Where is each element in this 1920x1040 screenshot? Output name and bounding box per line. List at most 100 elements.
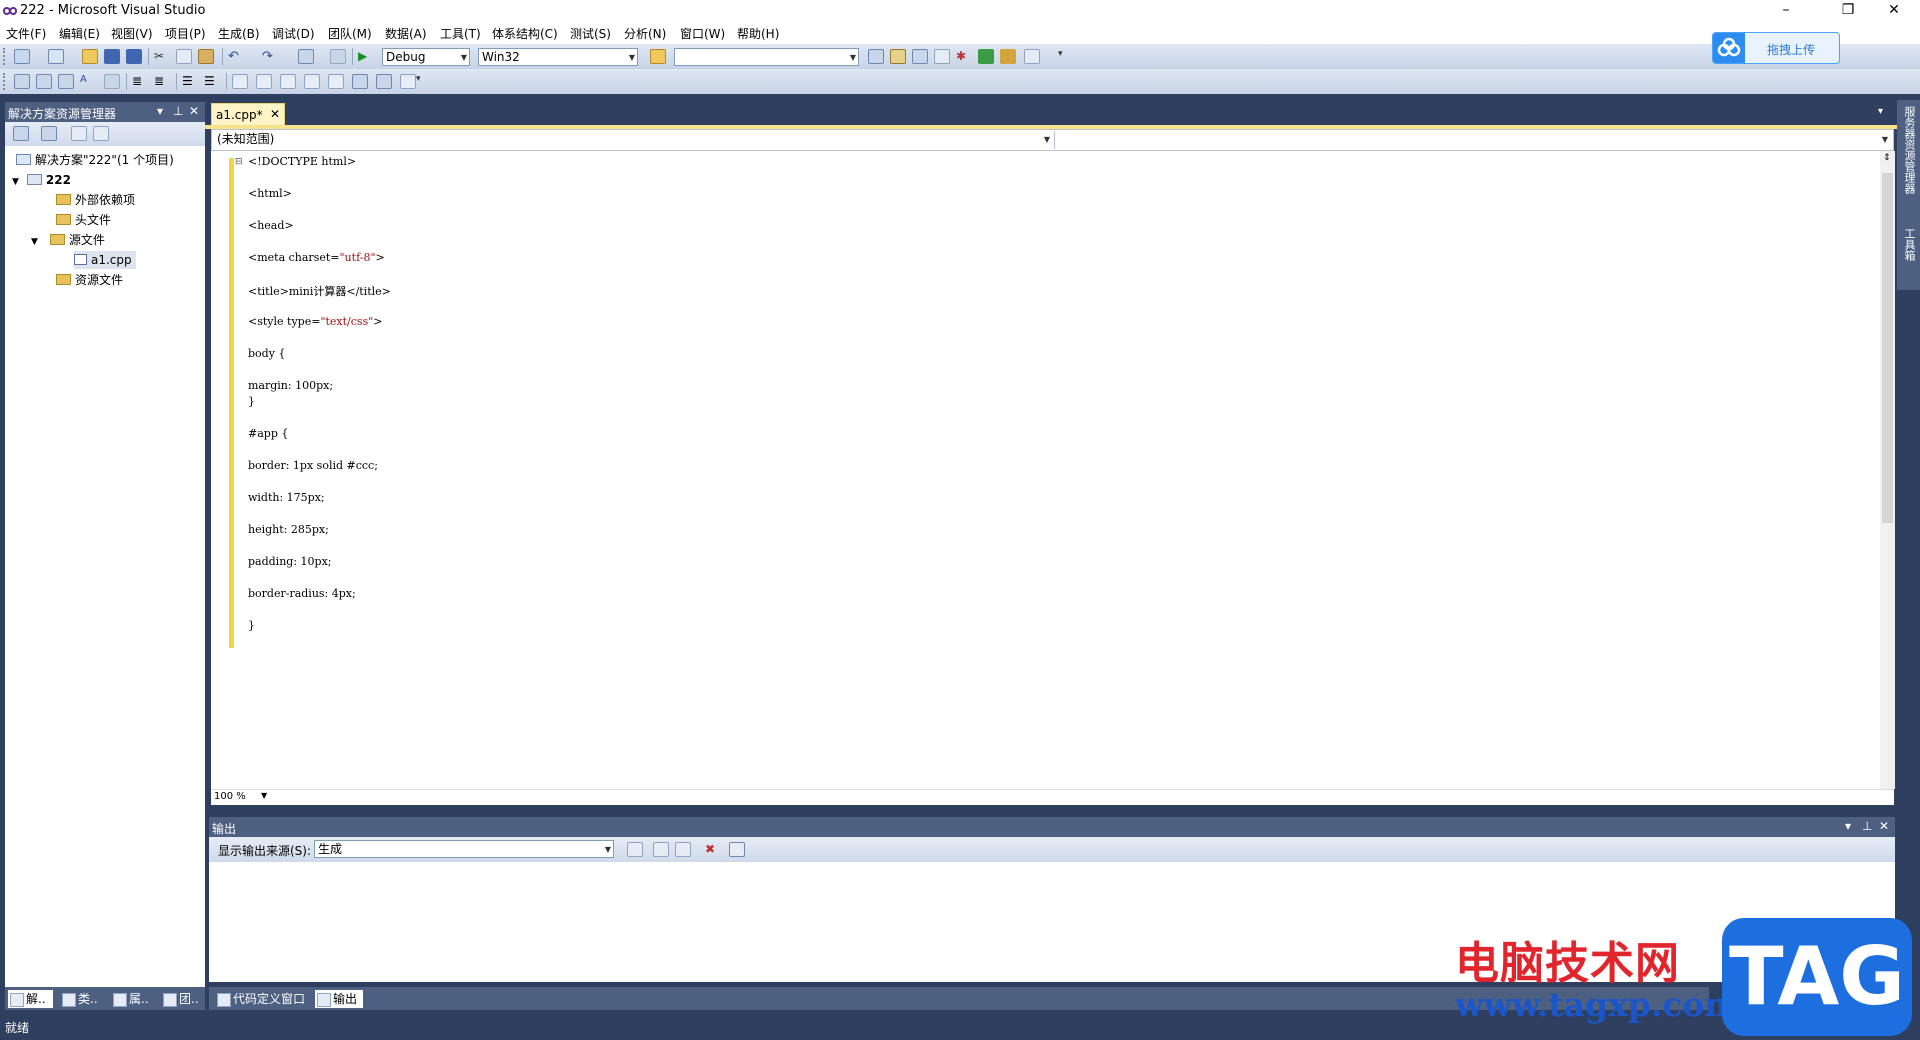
open-file-icon[interactable]: [82, 49, 98, 64]
add-item-icon[interactable]: [48, 49, 64, 64]
previous-bookmark-in-folder-icon[interactable]: [304, 74, 320, 89]
toolbar-options-icon[interactable]: ▾: [416, 74, 432, 89]
server-explorer-tab[interactable]: 服务器资源管理器: [1901, 106, 1917, 194]
restore-button[interactable]: ❐: [1826, 0, 1870, 22]
menu-item-0[interactable]: 文件(F): [6, 25, 46, 42]
menu-item-4[interactable]: 生成(B): [218, 25, 260, 42]
toggle-word-wrap-icon[interactable]: [729, 842, 745, 857]
tree-item-source-files[interactable]: ▼ 源文件: [31, 231, 105, 249]
toolbar-options-icon[interactable]: ▾: [1058, 49, 1074, 64]
new-project-icon[interactable]: [14, 49, 30, 64]
collapse-arrow-icon[interactable]: ▼: [31, 237, 38, 247]
close-tab-icon[interactable]: ✕: [270, 107, 280, 121]
extension-manager-icon[interactable]: [1000, 49, 1016, 64]
navigate-forward-icon[interactable]: [330, 49, 346, 64]
start-page-icon[interactable]: [978, 49, 994, 64]
code-editor[interactable]: [211, 151, 1881, 789]
complete-word-icon[interactable]: A: [80, 74, 96, 89]
tab-a1-cpp[interactable]: a1.cpp* ✕: [211, 103, 285, 125]
menu-item-5[interactable]: 调试(D): [272, 25, 315, 42]
comment-lines-icon[interactable]: ☰: [182, 74, 198, 89]
menu-item-11[interactable]: 分析(N): [624, 25, 666, 42]
menu-item-12[interactable]: 窗口(W): [680, 25, 725, 42]
properties-icon[interactable]: [13, 126, 29, 141]
tools-icon[interactable]: ✱: [956, 49, 972, 64]
pin-icon[interactable]: ⊥: [1862, 819, 1872, 833]
view-class-diagram-icon[interactable]: [93, 126, 109, 141]
menu-item-1[interactable]: 编辑(E): [59, 25, 100, 42]
show-all-files-icon[interactable]: [41, 126, 57, 141]
tab-solution-explorer[interactable]: 解..: [8, 990, 53, 1008]
tab-team-explorer[interactable]: 团..: [161, 990, 199, 1008]
save-icon[interactable]: [104, 49, 120, 64]
collapse-region-icon[interactable]: ⊟: [235, 157, 243, 167]
tree-item-header-files[interactable]: 头文件: [56, 211, 111, 229]
navigate-backward-icon[interactable]: [298, 49, 314, 64]
chevron-down-icon[interactable]: ▼: [261, 791, 267, 800]
paste-icon[interactable]: [198, 49, 214, 64]
window-position-icon[interactable]: ▾: [157, 104, 163, 118]
previous-message-icon[interactable]: [653, 842, 669, 857]
properties-icon[interactable]: [890, 49, 906, 64]
uncomment-lines-icon[interactable]: ☰: [204, 74, 220, 89]
decrease-indent-icon[interactable]: [104, 74, 120, 89]
editor-vertical-scrollbar[interactable]: ⇕: [1880, 151, 1895, 789]
zoom-level[interactable]: 100 %: [214, 791, 246, 802]
splitter-icon[interactable]: ⇕: [1883, 153, 1891, 163]
menu-item-3[interactable]: 项目(P): [165, 25, 206, 42]
menu-item-8[interactable]: 工具(T): [440, 25, 481, 42]
find-combo[interactable]: ▼: [674, 48, 859, 66]
window-layout-icon[interactable]: [1024, 49, 1040, 64]
parameter-info-icon[interactable]: [36, 74, 52, 89]
next-bookmark-in-document-icon[interactable]: [376, 74, 392, 89]
find-in-files-icon[interactable]: [650, 49, 666, 64]
output-source-select[interactable]: 生成 ▼: [314, 840, 614, 858]
tree-item-project[interactable]: ▼ 222: [12, 171, 71, 189]
menu-item-10[interactable]: 测试(S): [570, 25, 611, 42]
undo-icon[interactable]: ↶: [228, 49, 244, 64]
solution-platform-select[interactable]: Win32 ▼: [478, 48, 638, 66]
menu-item-2[interactable]: 视图(V): [111, 25, 153, 42]
find-message-icon[interactable]: [627, 842, 643, 857]
toolbar-grip[interactable]: [3, 48, 7, 65]
indent-icon[interactable]: ≣: [154, 74, 170, 89]
next-bookmark-in-folder-icon[interactable]: [328, 74, 344, 89]
tab-code-definition-window[interactable]: 代码定义窗口: [215, 990, 305, 1008]
copy-icon[interactable]: [176, 49, 192, 64]
minimize-button[interactable]: –: [1764, 0, 1808, 22]
pin-icon[interactable]: ⊥: [173, 104, 183, 118]
quick-info-icon[interactable]: [58, 74, 74, 89]
tab-class-view[interactable]: 类..: [60, 990, 98, 1008]
save-all-icon[interactable]: [126, 49, 142, 64]
next-bookmark-icon[interactable]: [280, 74, 296, 89]
tree-item-external-dependencies[interactable]: 外部依赖项: [56, 191, 135, 209]
close-panel-icon[interactable]: ✕: [189, 104, 199, 118]
redo-icon[interactable]: ↷: [262, 49, 278, 64]
menu-item-7[interactable]: 数据(A): [385, 25, 427, 42]
tree-item-resource-files[interactable]: 资源文件: [56, 271, 123, 289]
scrollbar-thumb[interactable]: [1882, 173, 1893, 523]
tree-item-a1-cpp[interactable]: a1.cpp: [74, 251, 136, 269]
upload-button[interactable]: 拖拽上传: [1712, 32, 1840, 64]
clear-all-icon[interactable]: ✖: [705, 842, 721, 857]
previous-bookmark-in-document-icon[interactable]: [352, 74, 368, 89]
next-message-icon[interactable]: [675, 842, 691, 857]
previous-bookmark-icon[interactable]: [256, 74, 272, 89]
solution-explorer-icon[interactable]: [868, 49, 884, 64]
object-browser-icon[interactable]: [912, 49, 928, 64]
close-button[interactable]: ✕: [1872, 0, 1916, 22]
scope-select[interactable]: (未知范围) ▼: [214, 131, 1052, 149]
toolbox-tab[interactable]: 工具箱: [1901, 228, 1917, 261]
toolbox-icon[interactable]: [934, 49, 950, 64]
toolbar-grip[interactable]: [3, 73, 7, 90]
toggle-bookmark-icon[interactable]: [232, 74, 248, 89]
close-panel-icon[interactable]: ✕: [1879, 819, 1889, 833]
tab-output[interactable]: 输出: [315, 990, 364, 1008]
outdent-icon[interactable]: ≣: [132, 74, 148, 89]
menu-item-9[interactable]: 体系结构(C): [492, 25, 558, 42]
window-position-icon[interactable]: ▾: [1845, 819, 1851, 833]
member-select[interactable]: ▼: [1054, 131, 1890, 149]
menu-item-13[interactable]: 帮助(H): [737, 25, 779, 42]
refresh-icon[interactable]: [71, 126, 87, 141]
solution-configuration-select[interactable]: Debug ▼: [382, 48, 470, 66]
